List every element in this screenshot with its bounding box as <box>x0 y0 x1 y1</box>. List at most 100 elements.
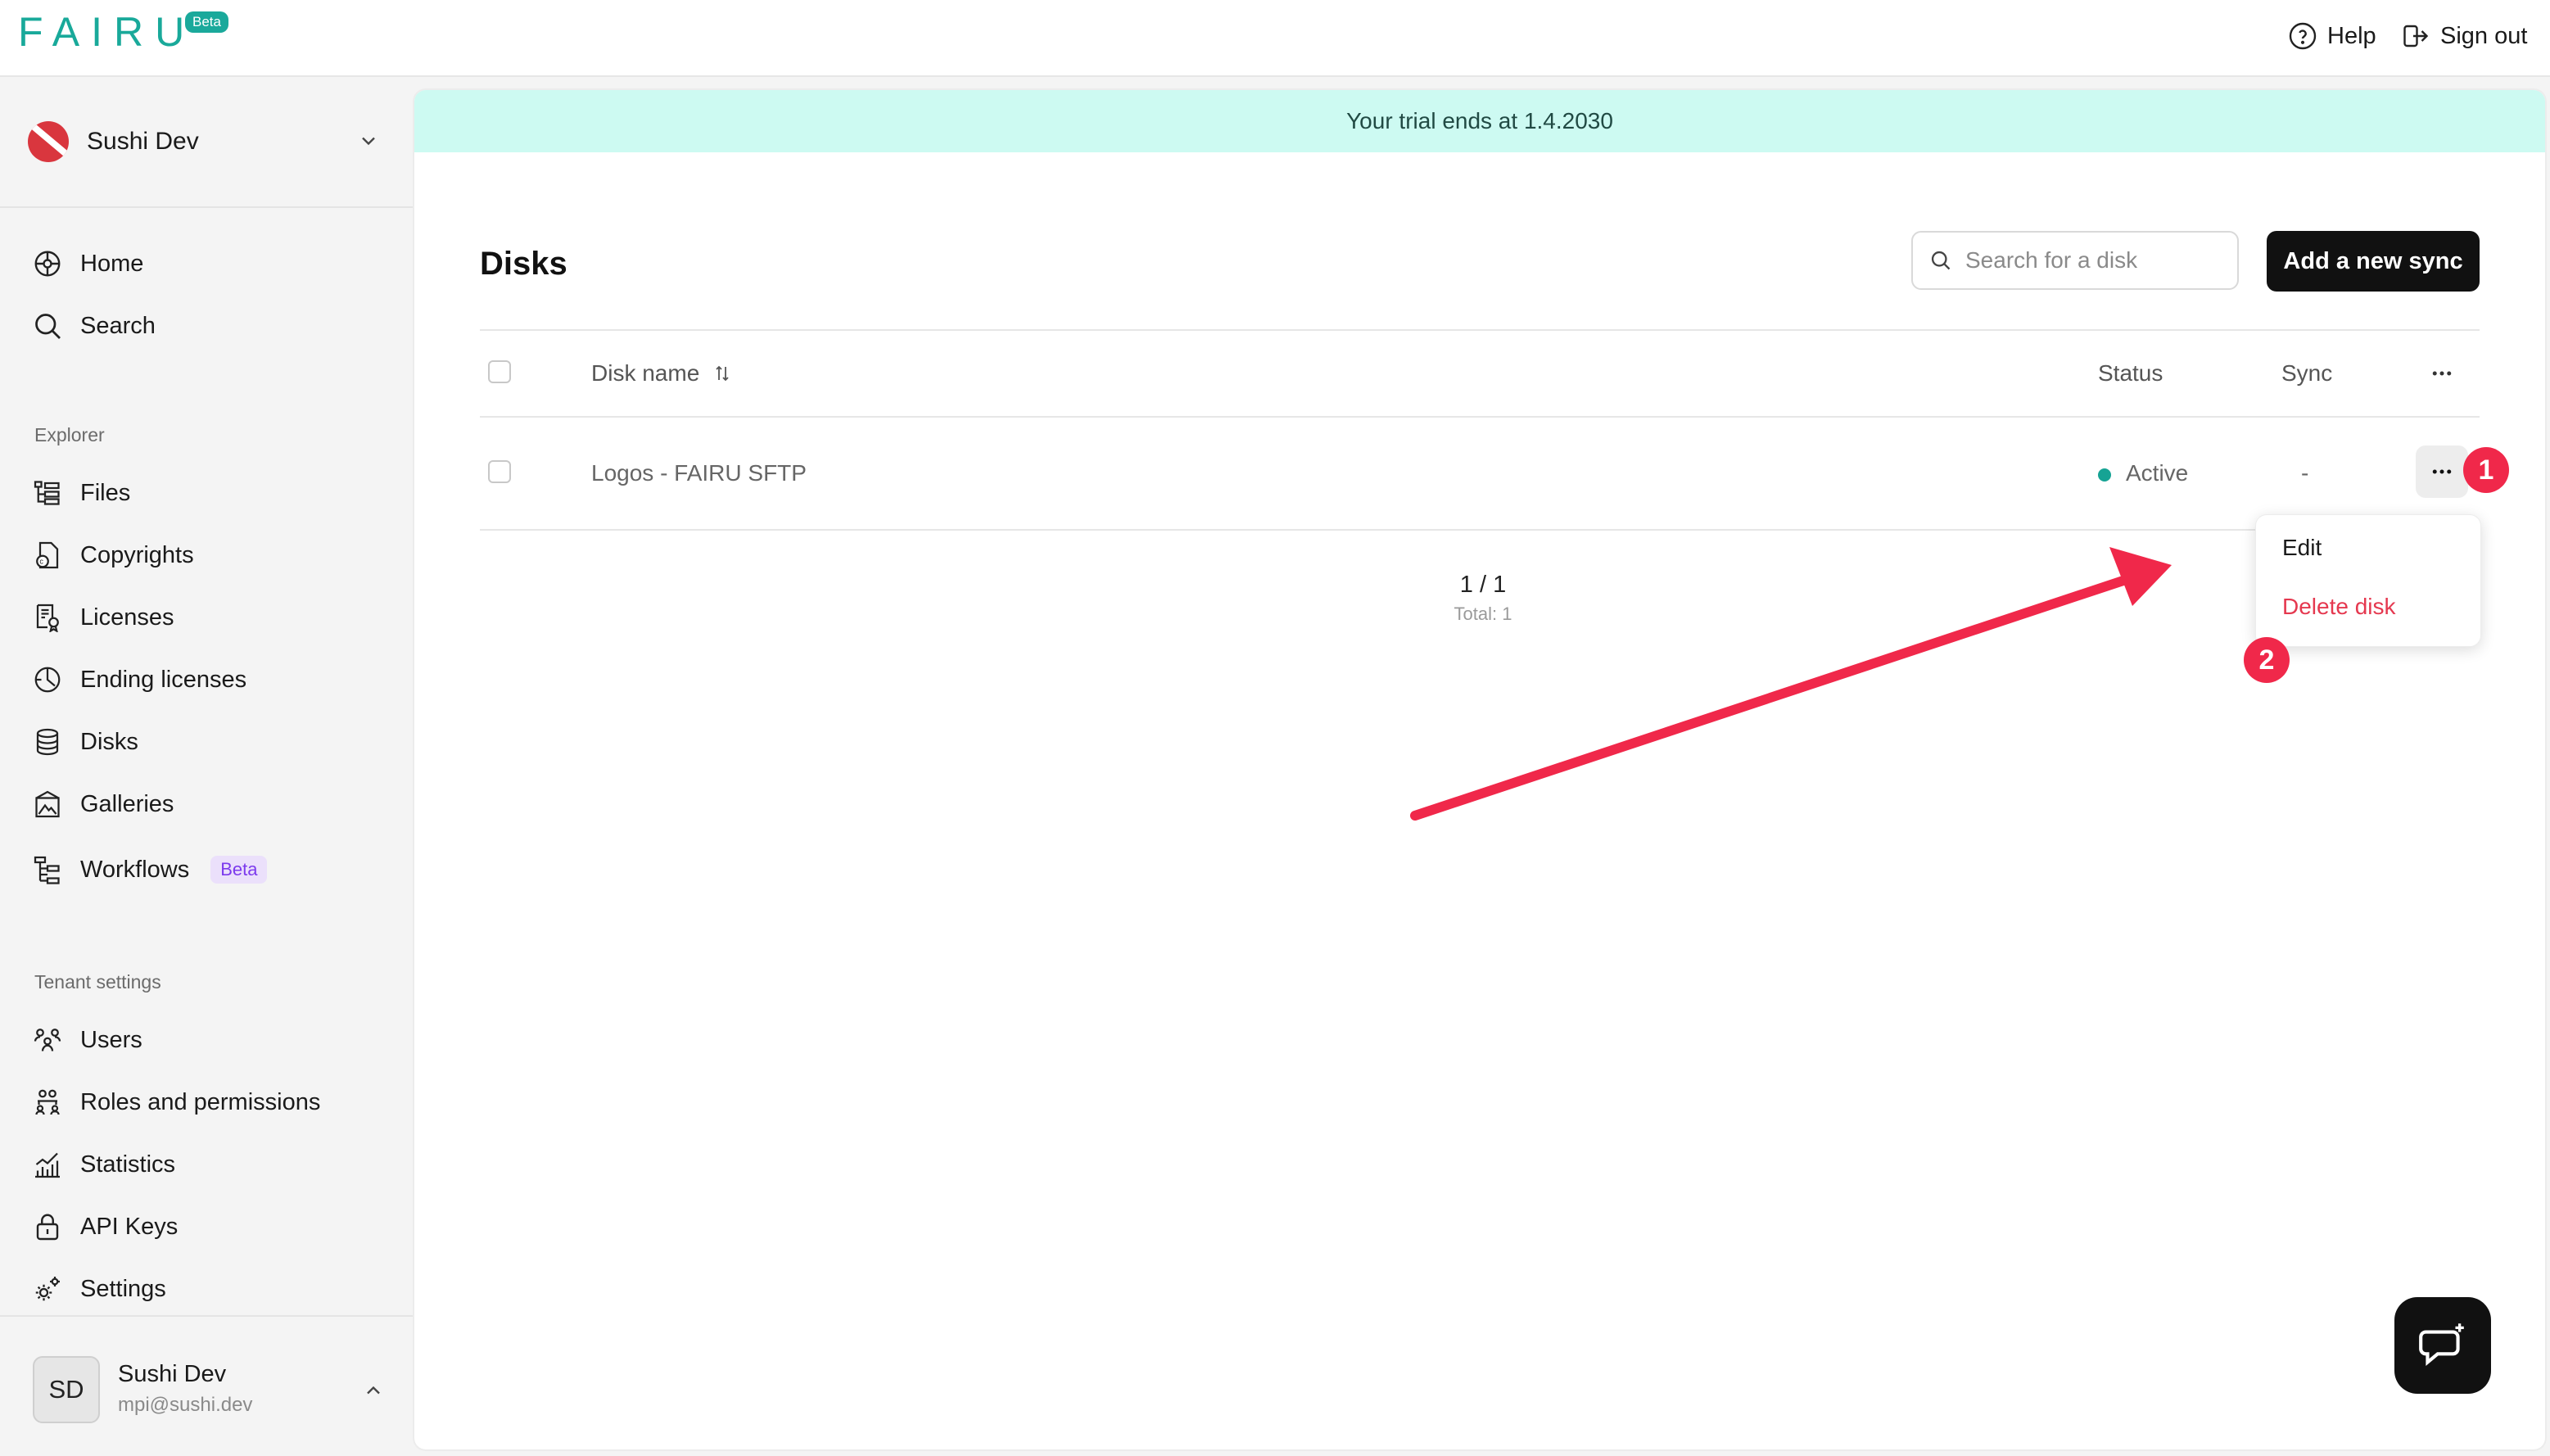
total-count: Total: 1 <box>1454 604 1512 624</box>
user-email: mpi@sushi.dev <box>118 1394 253 1416</box>
column-disk-name[interactable]: Disk name <box>591 360 732 387</box>
more-horizontal-icon <box>2432 469 2452 474</box>
column-sync: Sync <box>2281 360 2333 386</box>
workflows-beta-badge: Beta <box>210 856 268 884</box>
annotation-badge-1: 1 <box>2463 447 2509 493</box>
sign-out-label: Sign out <box>2440 22 2528 49</box>
sidebar-item-roles[interactable]: Roles and permissions <box>33 1078 320 1127</box>
chat-support-button[interactable] <box>2394 1297 2491 1394</box>
sidebar-item-label: Ending licenses <box>80 666 247 693</box>
top-bar: FAIRU Beta Help Sign out <box>0 0 2550 77</box>
sidebar-item-label: Roles and permissions <box>80 1088 321 1115</box>
sign-out-icon <box>2403 25 2429 47</box>
sidebar-item-files[interactable]: Files <box>33 468 130 518</box>
status-cell: Active <box>2098 460 2188 486</box>
explorer-heading: Explorer <box>34 424 105 445</box>
users-icon <box>34 1029 61 1051</box>
sort-icon <box>716 365 729 382</box>
workflows-icon <box>34 856 60 884</box>
lock-icon <box>36 1214 59 1241</box>
user-menu[interactable]: SD Sushi Dev mpi@sushi.dev <box>33 1356 385 1430</box>
sidebar-item-label: Disks <box>80 728 138 755</box>
chevron-up-icon <box>367 1386 380 1395</box>
search-icon <box>35 314 61 339</box>
tenant-switcher[interactable]: Sushi Dev <box>28 113 380 170</box>
home-icon <box>34 251 61 277</box>
sidebar-item-workflows[interactable]: Workflows Beta <box>33 845 268 894</box>
sidebar-item-statistics[interactable]: Statistics <box>33 1140 175 1189</box>
tenant-settings-heading: Tenant settings <box>34 971 161 993</box>
sidebar-item-label: Galleries <box>80 790 174 817</box>
tenant-logo <box>28 121 69 162</box>
edit-menu-item[interactable]: Edit <box>2282 535 2322 561</box>
delete-disk-menu-item[interactable]: Delete disk <box>2282 594 2396 620</box>
sidebar-item-copyrights[interactable]: c Copyrights <box>33 531 194 580</box>
sidebar-item-home[interactable]: Home <box>33 239 143 288</box>
sidebar-item-label: Settings <box>80 1275 166 1302</box>
statistics-icon <box>35 1152 60 1178</box>
disk-name-cell[interactable]: Logos - FAIRU SFTP <box>591 460 807 486</box>
table-top-border <box>480 329 2480 331</box>
sidebar-item-licenses[interactable]: Licenses <box>33 593 174 642</box>
files-icon <box>34 481 60 505</box>
copyright-icon: c <box>36 541 59 569</box>
row-options-button[interactable] <box>2416 445 2468 498</box>
ending-licenses-icon <box>34 667 61 693</box>
main-panel: Your trial ends at 1.4.2030 Disks Add a … <box>414 90 2545 1449</box>
sidebar-item-label: Statistics <box>80 1151 176 1178</box>
row-options-menu: Edit Delete disk <box>2255 514 2481 647</box>
status-label: Active <box>2126 460 2189 486</box>
disk-search[interactable] <box>1911 231 2239 290</box>
pagination: 1 / 1 Total: 1 <box>1397 572 1569 625</box>
sidebar-divider <box>0 206 414 208</box>
more-horizontal-icon <box>2432 371 2452 376</box>
chevron-down-icon <box>362 137 375 146</box>
help-link[interactable]: Help <box>2288 21 2376 51</box>
sidebar-item-users[interactable]: Users <box>33 1015 142 1065</box>
sidebar-item-galleries[interactable]: Galleries <box>33 780 174 829</box>
column-status: Status <box>2098 360 2163 386</box>
sidebar-item-disks[interactable]: Disks <box>33 717 138 766</box>
status-active-dot <box>2098 468 2111 482</box>
sidebar-item-label: Workflows <box>80 856 190 883</box>
search-icon <box>1931 251 1951 270</box>
add-new-sync-button[interactable]: Add a new sync <box>2267 231 2480 292</box>
gear-icon <box>35 1277 60 1301</box>
tenant-name: Sushi Dev <box>87 128 199 155</box>
help-label: Help <box>2327 22 2376 49</box>
sidebar-item-label: Files <box>80 479 131 506</box>
trial-banner: Your trial ends at 1.4.2030 <box>414 90 2545 152</box>
help-icon <box>2289 22 2317 50</box>
disks-icon <box>36 728 59 756</box>
logo-beta-badge: Beta <box>185 11 228 33</box>
sidebar-item-label: Users <box>80 1026 142 1053</box>
sidebar-item-label: Home <box>80 250 144 277</box>
svg-text:c: c <box>39 558 43 566</box>
sidebar-item-label: Copyrights <box>80 541 194 568</box>
column-label: Disk name <box>591 360 700 386</box>
search-input[interactable] <box>1964 246 2229 274</box>
sidebar-item-ending-licenses[interactable]: Ending licenses <box>33 655 246 704</box>
sidebar-item-api-keys[interactable]: API Keys <box>33 1202 178 1251</box>
sidebar-item-label: Search <box>80 312 156 339</box>
sign-out-link[interactable]: Sign out <box>2401 21 2527 51</box>
select-all-checkbox[interactable] <box>488 360 511 383</box>
licenses-icon <box>36 604 59 632</box>
avatar: SD <box>33 1356 100 1423</box>
sync-cell: - <box>2301 460 2309 486</box>
annotation-badge-2: 2 <box>2244 637 2290 683</box>
page-title: Disks <box>480 246 567 282</box>
table-row-border <box>480 529 2480 531</box>
chat-icon <box>2419 1323 2464 1367</box>
sidebar-item-label: API Keys <box>80 1213 179 1240</box>
sidebar-divider <box>0 1315 414 1317</box>
row-checkbox[interactable] <box>488 460 511 483</box>
sidebar-item-search[interactable]: Search <box>33 301 156 350</box>
fairu-logo[interactable]: FAIRU <box>18 8 196 56</box>
table-header-border <box>480 416 2480 418</box>
page-indicator: 1 / 1 <box>1459 572 1507 598</box>
user-name: Sushi Dev <box>118 1361 227 1387</box>
sidebar-item-label: Licenses <box>80 604 174 631</box>
columns-options-button[interactable] <box>2416 347 2468 400</box>
sidebar-item-settings[interactable]: Settings <box>33 1264 166 1314</box>
